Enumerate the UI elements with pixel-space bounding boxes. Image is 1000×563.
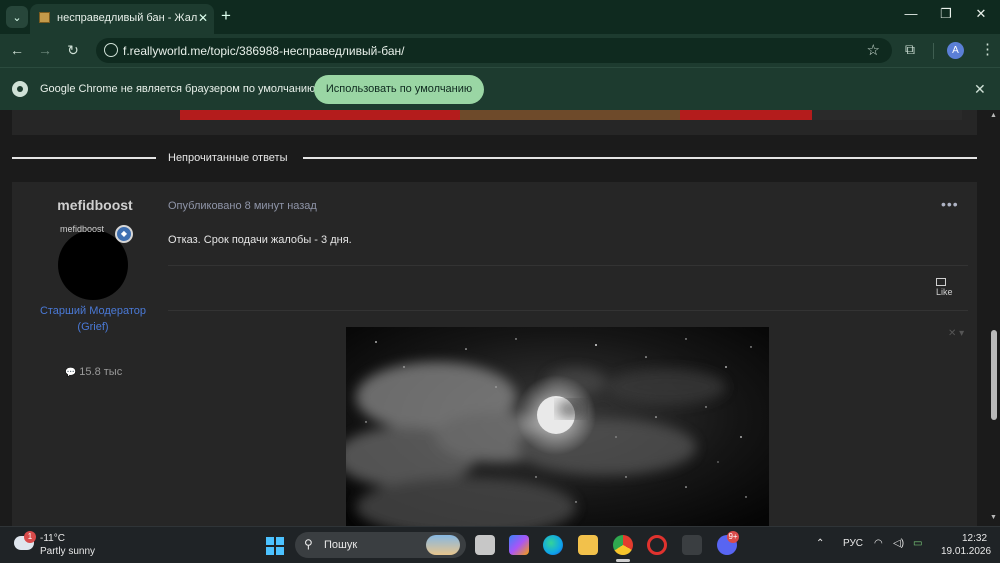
page-scrollbar[interactable]: ▲ ▼ bbox=[988, 110, 1000, 526]
more-vertical-icon[interactable]: ⋮ bbox=[980, 40, 995, 58]
chrome-icon[interactable] bbox=[613, 535, 633, 555]
profile-avatar[interactable]: A bbox=[947, 42, 964, 59]
post-author[interactable]: mefidboost bbox=[50, 197, 140, 213]
clock-date[interactable]: 19.01.2026 bbox=[941, 546, 991, 557]
set-default-button[interactable]: Использовать по умолчанию bbox=[314, 75, 484, 104]
reload-button[interactable]: ↻ bbox=[64, 42, 82, 59]
arrow-left-icon: ← bbox=[10, 42, 24, 58]
weather-condition[interactable]: Partly sunny bbox=[40, 546, 95, 557]
divider-left bbox=[12, 157, 156, 159]
tab-search-button[interactable]: ⌄ bbox=[6, 6, 28, 28]
restore-icon[interactable]: ❐ bbox=[934, 6, 958, 22]
image-hotbar bbox=[460, 110, 680, 120]
tab-strip: ⌄ несправедливый бан - Жалоб ✕ + — ❐ ✕ bbox=[0, 0, 1000, 34]
arrow-right-icon: → bbox=[38, 42, 52, 58]
infobar-message: Google Chrome не является браузером по у… bbox=[40, 83, 319, 95]
divider-right bbox=[303, 157, 977, 159]
new-tab-button[interactable]: + bbox=[221, 7, 231, 24]
tray-chevron-icon[interactable]: ⌃ bbox=[816, 538, 824, 549]
like-button[interactable]: Like bbox=[936, 278, 953, 297]
post-count: 💬 15.8 тыс bbox=[65, 366, 122, 378]
avatar-alt-text: mefidboost bbox=[60, 224, 105, 234]
window-close-icon[interactable]: ✕ bbox=[969, 6, 993, 22]
address-bar[interactable]: f.reallyworld.me/topic/386988-несправедл… bbox=[96, 38, 892, 63]
opera-icon[interactable] bbox=[647, 535, 667, 555]
post-count-value: 15.8 тыс bbox=[79, 366, 123, 378]
toolbar-divider bbox=[933, 43, 934, 59]
scroll-up-icon[interactable]: ▲ bbox=[990, 112, 997, 119]
star-icon[interactable]: ☆ bbox=[867, 41, 880, 59]
forward-button[interactable]: → bbox=[36, 42, 54, 58]
post-separator-top bbox=[168, 265, 968, 266]
url-text[interactable]: f.reallyworld.me/topic/386988-несправедл… bbox=[123, 44, 405, 58]
rank-badge-icon: ◆ bbox=[115, 225, 133, 243]
tab-title: несправедливый бан - Жалоб bbox=[57, 12, 197, 24]
post-content: Отказ. Срок подачи жалобы - 3 дня. bbox=[168, 234, 352, 246]
comment-icon: 💬 bbox=[65, 367, 77, 377]
back-button[interactable]: ← bbox=[8, 42, 26, 58]
author-role-line1: Старший Модератор bbox=[39, 305, 147, 317]
post-more-icon[interactable]: ••• bbox=[941, 196, 959, 212]
previous-post-card bbox=[12, 110, 977, 135]
chevron-down-icon: ⌄ bbox=[12, 11, 22, 24]
weather-badge: 1 bbox=[24, 531, 36, 543]
previous-post-image bbox=[180, 110, 962, 120]
copilot-icon[interactable] bbox=[509, 535, 529, 555]
puzzle-icon[interactable]: ⧉ bbox=[905, 41, 915, 58]
weather-temperature[interactable]: -11°C bbox=[40, 533, 65, 544]
search-icon: ⚲ bbox=[304, 537, 313, 551]
volume-icon[interactable]: ◁) bbox=[893, 538, 904, 549]
author-role[interactable]: Старший Модератор (Grief) bbox=[32, 303, 154, 335]
night-sky-moon-image bbox=[346, 327, 769, 526]
image-controls-icon[interactable]: ✕ ▾ bbox=[948, 328, 964, 339]
browser-toolbar: ← → ↻ f.reallyworld.me/topic/386988-несп… bbox=[0, 34, 1000, 67]
discord-badge: 9+ bbox=[727, 531, 739, 543]
minimize-icon[interactable]: — bbox=[899, 6, 923, 21]
chrome-active-indicator bbox=[616, 559, 630, 562]
post-date[interactable]: Опубликовано 8 минут назад bbox=[168, 200, 317, 212]
file-explorer-icon[interactable] bbox=[578, 535, 598, 555]
wifi-icon[interactable]: ◠ bbox=[874, 538, 883, 549]
chrome-icon bbox=[12, 81, 28, 97]
author-role-line2: (Grief) bbox=[77, 321, 109, 333]
app-icon[interactable] bbox=[682, 535, 702, 555]
search-highlight-icon bbox=[426, 535, 460, 555]
active-tab[interactable]: несправедливый бан - Жалоб ✕ bbox=[30, 4, 214, 34]
site-info-icon[interactable] bbox=[104, 43, 118, 57]
infobar-close-icon[interactable]: ✕ bbox=[974, 81, 986, 98]
battery-icon[interactable]: ▭ bbox=[913, 538, 922, 549]
image-edge bbox=[812, 110, 962, 120]
edge-icon[interactable] bbox=[543, 535, 563, 555]
unread-replies-label: Непрочитанные ответы bbox=[168, 152, 288, 164]
task-view-icon[interactable] bbox=[475, 535, 495, 555]
taskbar-search-label: Пошук bbox=[324, 539, 358, 551]
windows-taskbar: 1 -11°C Partly sunny ⚲ Пошук 9+ ⌃ РУС ◠ … bbox=[0, 526, 1000, 563]
clock-time[interactable]: 12:32 bbox=[962, 533, 987, 544]
windows-start-icon[interactable] bbox=[266, 537, 284, 555]
taskbar-search[interactable]: ⚲ Пошук bbox=[295, 532, 466, 558]
tab-close-icon[interactable]: ✕ bbox=[198, 11, 208, 25]
scroll-down-icon[interactable]: ▼ bbox=[990, 514, 997, 521]
like-label: Like bbox=[936, 287, 953, 297]
forum-page: Непрочитанные ответы mefidboost mefidboo… bbox=[0, 110, 988, 526]
language-indicator[interactable]: РУС bbox=[843, 538, 863, 549]
default-browser-infobar: Google Chrome не является браузером по у… bbox=[0, 67, 1000, 110]
reallyworld-favicon bbox=[39, 12, 50, 23]
post-separator-bottom bbox=[168, 310, 968, 311]
like-icon bbox=[936, 278, 946, 286]
reload-icon: ↻ bbox=[67, 42, 79, 58]
scrollbar-thumb[interactable] bbox=[991, 330, 997, 420]
